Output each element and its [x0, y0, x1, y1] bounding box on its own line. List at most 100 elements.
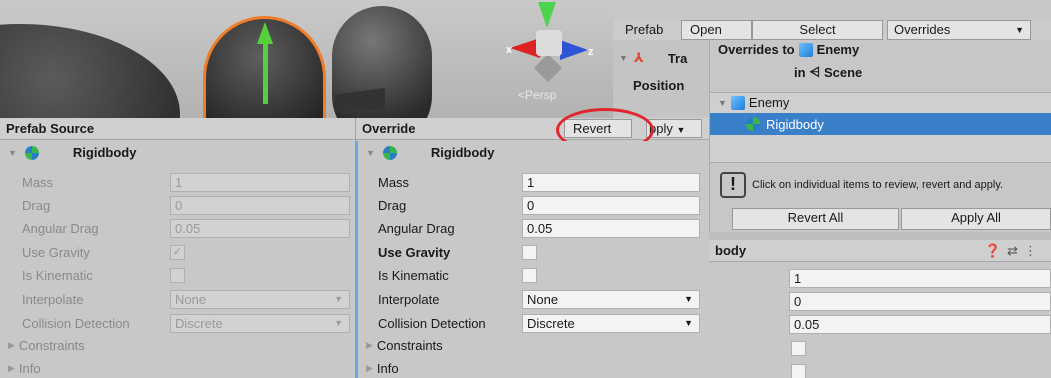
drag-row: Drag 0: [22, 194, 350, 216]
tree-item-enemy-label: Enemy: [748, 95, 790, 110]
collision-detection-label: Collision Detection: [22, 315, 130, 331]
tree-item-enemy[interactable]: ▼ Enemy: [718, 95, 789, 110]
scene-object-sphere[interactable]: [0, 24, 180, 118]
overrides-scene-label: Scene: [823, 64, 863, 80]
drag-label: Drag: [22, 197, 51, 213]
collision-detection-dropdown[interactable]: Discrete ▼: [522, 313, 700, 333]
chevron-down-icon: ▼: [684, 293, 693, 304]
is-kinematic-label: Is Kinematic: [378, 267, 449, 283]
rigidbody-component-row: ▼ Rigidbody: [366, 145, 494, 160]
interpolate-value: None: [175, 291, 207, 307]
drag-field[interactable]: 0: [522, 195, 700, 215]
use-gravity-checkbox[interactable]: [522, 244, 537, 260]
revert-all-button[interactable]: Revert All: [732, 208, 899, 230]
gizmo-center-cube[interactable]: [536, 30, 562, 56]
foldout-arrow-icon[interactable]: ▼: [8, 148, 17, 158]
info-label: Info: [18, 361, 41, 376]
info-label: Info: [376, 361, 399, 376]
use-gravity-label: Use Gravity: [378, 244, 451, 260]
overrides-dropdown-label: Overrides: [894, 22, 951, 37]
prefab-cube-icon: [730, 95, 745, 110]
chevron-down-icon: ▼: [334, 293, 343, 304]
override-pane: ▼ Rigidbody Mass 1 Drag 0 Angular Drag 0…: [356, 141, 709, 378]
drag-field: 0: [170, 195, 350, 215]
gizmo-y-cone[interactable]: [538, 2, 556, 28]
move-gizmo-y-arrow[interactable]: [257, 22, 273, 44]
foldout-arrow-icon[interactable]: ▼: [366, 148, 375, 158]
interpolate-label: Interpolate: [22, 291, 84, 307]
orientation-gizmo[interactable]: x z <Persp: [498, 0, 608, 102]
prefab-source-title: Prefab Source: [6, 121, 95, 136]
position-label: Position: [633, 78, 685, 93]
overrides-dropdown[interactable]: Overrides ▼: [887, 20, 1031, 40]
open-prefab-button[interactable]: Open: [681, 20, 752, 40]
chevron-down-icon: ▼: [334, 317, 343, 328]
transform-icon: ⅄: [633, 50, 644, 65]
rigidbody-inspector-pane: 1 0 0.05: [709, 263, 1051, 378]
constraints-foldout[interactable]: ▶ Constraints: [366, 338, 443, 353]
overrides-prefab-name: Enemy: [816, 42, 860, 57]
angular-drag-field[interactable]: 0.05: [522, 218, 700, 238]
help-icon[interactable]: ❓: [985, 243, 1007, 258]
rigidbody-icon: [24, 145, 39, 160]
is-kinematic-row: Is Kinematic: [22, 264, 185, 286]
foldout-arrow-icon[interactable]: ▼: [718, 98, 727, 108]
is-kinematic-checkbox[interactable]: [522, 267, 537, 283]
rigidbody-icon: [382, 145, 397, 160]
angular-drag-row: Angular Drag 0.05: [378, 217, 700, 239]
mass-field[interactable]: 1: [789, 269, 1051, 288]
is-kinematic-checkbox: [170, 267, 185, 283]
drag-row: Drag 0: [378, 194, 700, 216]
rigidbody-inspector-title: body: [715, 243, 747, 258]
constraints-label: Constraints: [376, 338, 443, 353]
gizmo-z-cone[interactable]: [560, 40, 588, 60]
constraints-foldout[interactable]: ▶ Constraints: [8, 338, 85, 353]
chevron-down-icon: ▼: [1015, 25, 1024, 35]
is-kinematic-checkbox[interactable]: [791, 364, 806, 378]
prefab-toolbar: Prefab Open Select Overrides ▼: [613, 20, 1051, 40]
transform-component-header: ▼ ⅄ Tra Position: [613, 40, 709, 116]
mass-field[interactable]: 1: [522, 172, 700, 192]
override-title: Override: [362, 121, 416, 136]
foldout-arrow-icon: ▶: [366, 363, 373, 373]
collision-detection-row: Collision Detection Discrete ▼: [378, 312, 700, 334]
component-name: Rigidbody: [72, 145, 137, 160]
override-header: Override Revert pply ▼: [356, 118, 709, 140]
interpolate-row: Interpolate None ▼: [22, 288, 350, 310]
prefab-label: Prefab: [625, 22, 664, 37]
info-foldout[interactable]: ▶ Info: [366, 361, 399, 376]
mass-field: 1: [170, 172, 350, 192]
transform-title: Tra: [667, 50, 688, 66]
tree-item-rigidbody[interactable]: Rigidbody: [710, 113, 1051, 135]
interpolate-dropdown[interactable]: None ▼: [522, 289, 700, 309]
move-gizmo-y-axis[interactable]: [263, 44, 268, 104]
is-kinematic-label: Is Kinematic: [22, 267, 93, 283]
projection-label[interactable]: <Persp: [518, 88, 556, 102]
chevron-down-icon: ▼: [684, 317, 693, 328]
select-prefab-button[interactable]: Select: [752, 20, 883, 40]
component-name: Rigidbody: [430, 145, 495, 160]
collision-detection-dropdown: Discrete ▼: [170, 313, 350, 333]
scene-view[interactable]: x z <Persp: [0, 0, 613, 118]
gizmo-neg-y-cone[interactable]: [533, 53, 563, 83]
angular-drag-label: Angular Drag: [378, 220, 455, 236]
rigidbody-inspector-header: body ❓⇄⋮: [709, 240, 1051, 262]
mass-row: Mass 1: [22, 171, 350, 193]
mass-row: Mass 1: [378, 171, 700, 193]
scene-icon: ⩤: [809, 64, 820, 79]
overrides-info-box: ! Click on individual items to review, r…: [710, 162, 1051, 206]
more-menu-icon[interactable]: ⋮: [1024, 243, 1043, 258]
overrides-info-text: Click on individual items to review, rev…: [752, 178, 1004, 191]
drag-field[interactable]: 0: [789, 292, 1051, 311]
foldout-arrow-icon[interactable]: ▼: [619, 53, 628, 63]
angular-drag-field[interactable]: 0.05: [789, 315, 1051, 334]
use-gravity-checkbox[interactable]: [791, 341, 806, 356]
panel-divider: [709, 232, 1051, 240]
settings-sliders-icon[interactable]: ⇄: [1007, 243, 1024, 258]
apply-dropdown-button[interactable]: pply ▼: [646, 119, 702, 138]
collision-detection-value: Discrete: [527, 315, 575, 331]
angular-drag-label: Angular Drag: [22, 220, 99, 236]
info-foldout[interactable]: ▶ Info: [8, 361, 41, 376]
collision-detection-label: Collision Detection: [378, 315, 486, 331]
apply-all-button[interactable]: Apply All: [901, 208, 1051, 230]
